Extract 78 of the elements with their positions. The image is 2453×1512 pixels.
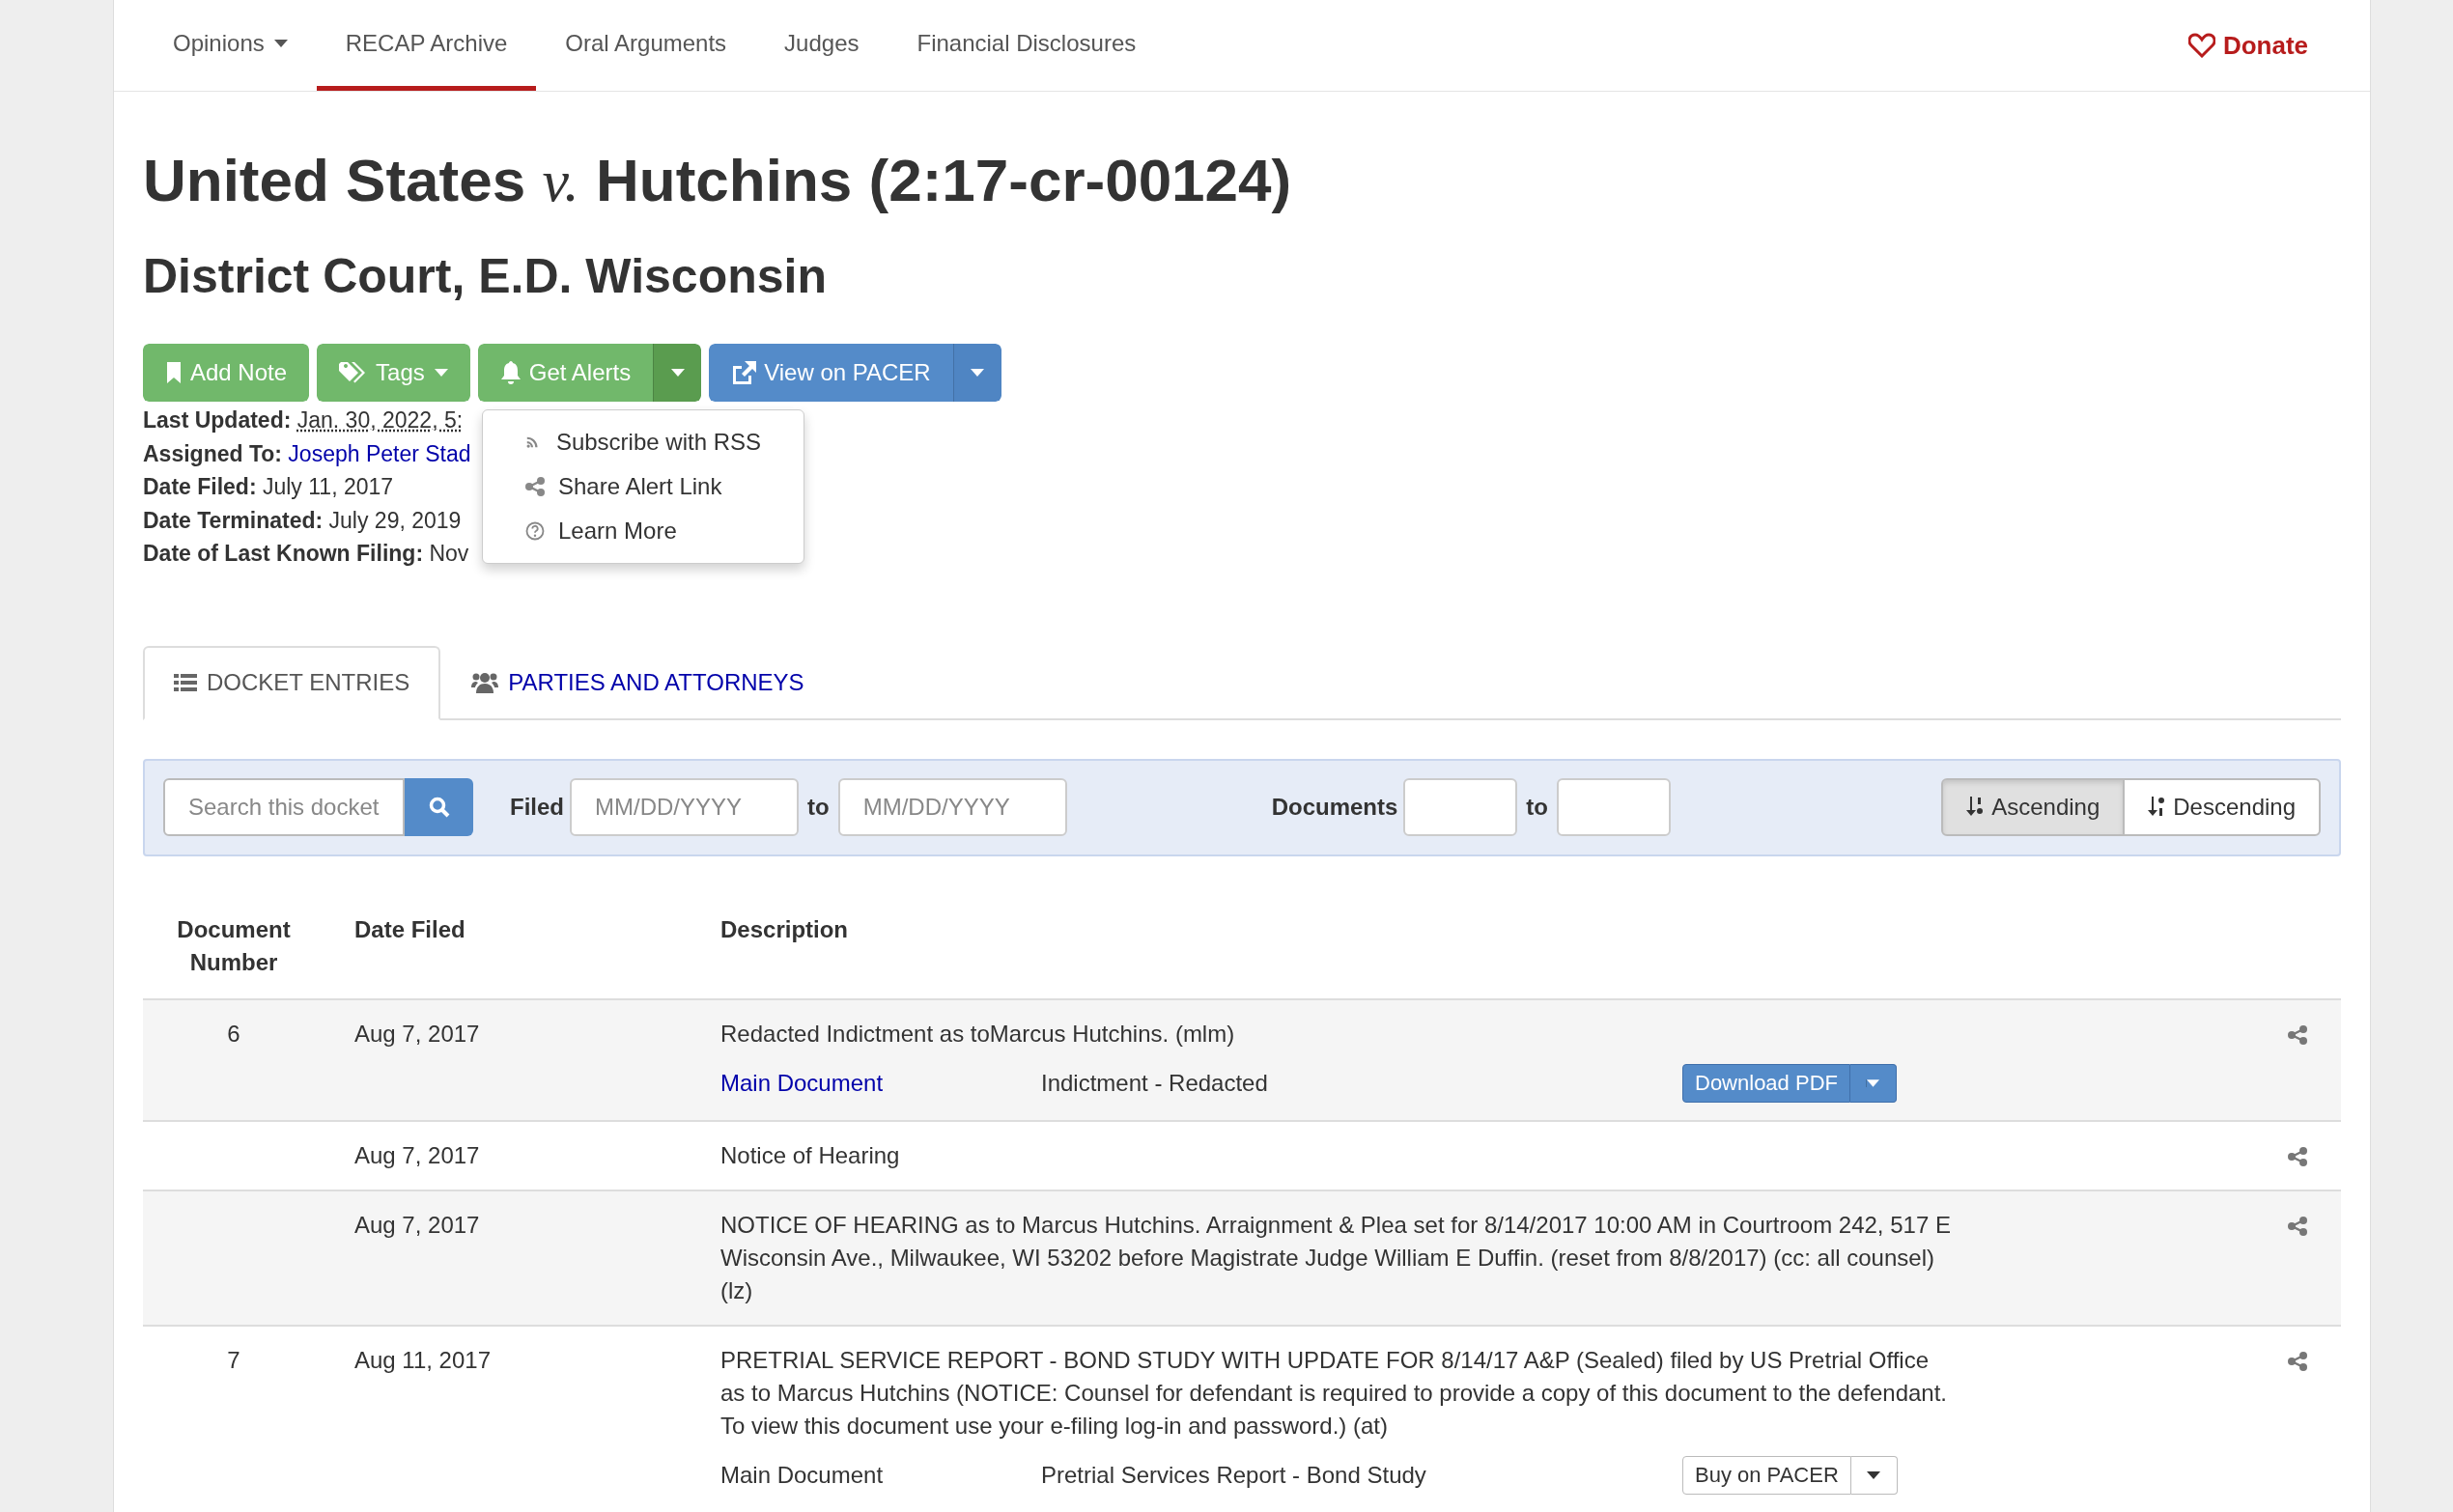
input-field[interactable]: MM/DD/YYYY — [837, 778, 1067, 836]
field-value: Nov — [429, 541, 469, 566]
share-icon — [2288, 1351, 2307, 1371]
field-label: Date Terminated: — [143, 507, 324, 533]
document-link[interactable]: Main Document — [720, 1069, 884, 1096]
nav-tab[interactable]: Oral Arguments — [536, 0, 756, 91]
field-label: Assigned To: — [143, 440, 282, 466]
menu-item[interactable]: Subscribe with RSS — [483, 420, 804, 464]
sort-button[interactable]: Descending — [2123, 778, 2321, 836]
nav-tab[interactable]: Financial Disclosures — [888, 0, 1166, 91]
share-icon — [525, 477, 545, 496]
search-icon — [428, 797, 450, 818]
field-label: Date Filed: — [143, 474, 257, 499]
filter-label: Documents — [1271, 793, 1398, 822]
document-number: 7 — [227, 1346, 240, 1373]
sort-button[interactable]: Ascending — [1941, 778, 2126, 836]
caret-icon — [1867, 1470, 1881, 1479]
action-button[interactable]: View on PACER — [709, 344, 953, 402]
donate-link[interactable]: Donate — [2187, 0, 2308, 91]
column-header: Date Filed — [353, 914, 466, 944]
document-name: Main Document — [720, 1461, 884, 1488]
input-field[interactable]: MM/DD/YYYY — [570, 778, 799, 836]
field-value: July 11, 2017 — [262, 474, 394, 499]
entry-description: Redacted Indictment as toMarcus Hutchins. (mlm) — [720, 1019, 1236, 1049]
attachment-description: Indictment - Redacted — [1041, 1069, 1268, 1096]
caret-icon — [670, 369, 685, 377]
buy-button[interactable]: Buy on PACER — [1682, 1455, 1851, 1495]
menu-item[interactable]: Share Alert Link — [483, 464, 804, 509]
bell-icon — [499, 361, 522, 384]
tab[interactable]: DOCKET ENTRIES — [143, 645, 441, 720]
search-field[interactable]: Search this docket — [163, 778, 405, 836]
download-button[interactable]: Download PDF — [1682, 1063, 1850, 1103]
share-icon — [2288, 1146, 2307, 1166]
document-number: 6 — [227, 1020, 240, 1047]
date-filed: Aug 7, 2017 — [354, 1020, 480, 1047]
caret-icon — [971, 369, 985, 377]
external-link-icon — [731, 361, 757, 384]
date-filed: Aug 11, 2017 — [354, 1346, 491, 1373]
field-label: Date of Last Known Filing: — [143, 541, 424, 566]
case-title: United States v. Hutchins (2:17-cr-00124) — [143, 146, 1293, 215]
judge-link[interactable]: Joseph Peter Stad — [288, 440, 471, 466]
bookmark-icon — [165, 362, 183, 383]
share-icon — [2288, 1024, 2307, 1045]
nav-tab[interactable]: RECAP Archive — [316, 0, 537, 91]
dropdown-toggle-button[interactable] — [1849, 1063, 1897, 1103]
sort-order-icon — [2148, 797, 2166, 818]
column-header: Document Number — [176, 914, 292, 977]
field-value: July 29, 2019 — [328, 507, 462, 533]
dropdown-toggle-button[interactable] — [1850, 1455, 1898, 1495]
list-icon — [174, 673, 197, 692]
court-name: District Court, E.D. Wisconsin — [143, 248, 828, 305]
search-button[interactable] — [405, 778, 473, 836]
users-icon — [471, 672, 499, 693]
heart-icon — [2187, 33, 2215, 58]
caret-icon — [273, 39, 288, 47]
filter-label: Filed — [510, 793, 564, 822]
nav-tab[interactable]: Judges — [755, 0, 888, 91]
filter-label: to — [807, 793, 830, 822]
field-label: Last Updated: — [143, 407, 292, 433]
sort-order-icon — [1966, 797, 1985, 818]
share-icon — [2288, 1216, 2307, 1236]
tab[interactable]: PARTIES AND ATTORNEYS — [440, 645, 835, 720]
caret-icon — [1866, 1078, 1880, 1087]
column-header: Description — [719, 914, 850, 944]
input-field[interactable] — [1403, 778, 1518, 836]
entry-description: PRETRIAL SERVICE REPORT - BOND STUDY WITH UPDATE FOR 8/14/17 A&P (Sealed) filed by US Pretrial Office as to Marcus Hutchins (NOTICE: Counsel for defendant is required to provide a copy of this document to the defendant. To view this document use your e-filing log-in and password.) (at) — [720, 1345, 1948, 1441]
input-field[interactable] — [1557, 778, 1671, 836]
attachment-description: Pretrial Services Report - Bond Study — [1041, 1461, 1426, 1488]
caret-icon — [434, 369, 448, 377]
date-filed: Aug 7, 2017 — [354, 1141, 480, 1168]
entry-description: NOTICE OF HEARING as to Marcus Hutchins. Arraignment & Plea set for 8/14/2017 10:00 AM in Courtroom 242, 517 E Wisconsin Ave., Milwaukee, WI 53202 before Magistrate Judge William E Duffin. (reset from 8/8/2017) (cc: all counsel)(lz) — [720, 1210, 1952, 1305]
nav-tab[interactable]: Opinions — [144, 0, 317, 91]
field-value: Jan. 30, 2022, 5: — [296, 407, 464, 433]
menu-item[interactable]: Learn More — [483, 509, 804, 553]
filter-label: to — [1526, 793, 1548, 822]
entry-description: Notice of Hearing — [720, 1140, 901, 1170]
help-icon — [525, 521, 545, 541]
date-filed: Aug 7, 2017 — [354, 1211, 480, 1238]
